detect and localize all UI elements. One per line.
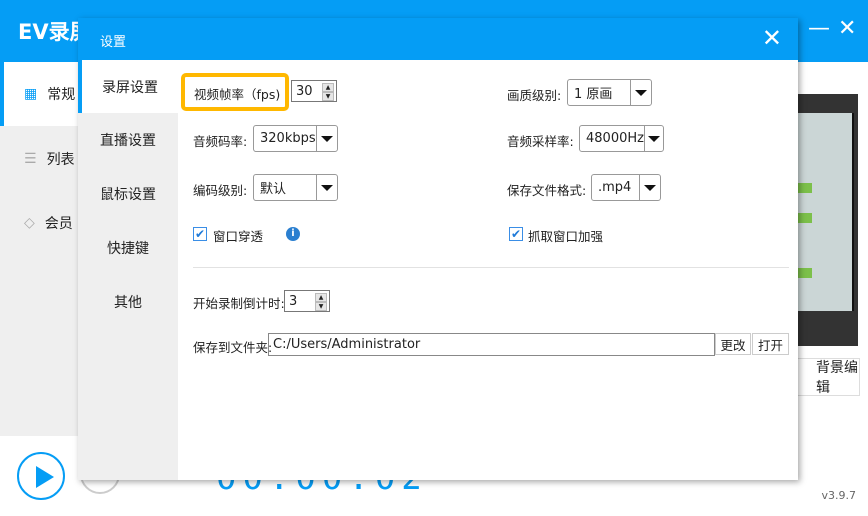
- format-label: 保存文件格式:: [507, 183, 587, 198]
- sidebar-item-label: 会员: [44, 216, 73, 232]
- increment-button[interactable]: ▲: [322, 83, 334, 92]
- list-icon: ☰: [24, 151, 37, 167]
- decrement-button[interactable]: ▼: [322, 92, 334, 101]
- dialog-title: 设置: [100, 35, 127, 50]
- nav-mouse-settings[interactable]: 鼠标设置: [78, 167, 178, 220]
- sample-rate-select[interactable]: 48000Hz: [579, 125, 664, 152]
- quality-label: 画质级别:: [507, 88, 562, 103]
- nav-record-settings[interactable]: 录屏设置: [78, 60, 178, 113]
- play-button[interactable]: [17, 452, 65, 500]
- settings-dialog: 设置 ✕ 录屏设置 直播设置 鼠标设置 快捷键 其他 视频帧率（fps) 30 ▲…: [78, 18, 798, 480]
- chevron-down-icon: [316, 126, 337, 151]
- audio-bitrate-value: 320kbps: [260, 131, 316, 146]
- nav-live-settings[interactable]: 直播设置: [78, 113, 178, 166]
- sample-rate-label: 音频采样率:: [507, 134, 574, 149]
- quality-select[interactable]: 1 原画: [567, 79, 652, 106]
- format-select[interactable]: .mp4: [591, 174, 661, 201]
- countdown-label: 开始录制倒计时:: [193, 296, 285, 311]
- countdown-value[interactable]: 3: [285, 291, 313, 311]
- increment-button[interactable]: ▲: [315, 293, 327, 302]
- change-folder-button[interactable]: 更改: [715, 333, 751, 355]
- diamond-icon: ◇: [24, 215, 35, 231]
- capture-enhance-label: 抓取窗口加强: [528, 229, 604, 244]
- sample-rate-value: 48000Hz: [586, 131, 644, 146]
- chevron-down-icon: [630, 80, 651, 105]
- encode-value: 默认: [260, 182, 287, 197]
- sidebar-item-label: 常规: [47, 87, 76, 103]
- background-edit-button[interactable]: 背景编辑: [797, 358, 860, 396]
- grid-icon: ▦: [24, 86, 38, 102]
- audio-bitrate-label: 音频码率:: [193, 134, 248, 149]
- fps-value[interactable]: 30: [292, 81, 320, 101]
- sidebar-item-member[interactable]: ◇ 会员: [0, 191, 78, 255]
- sidebar-item-list[interactable]: ☰ 列表: [0, 127, 78, 191]
- app-close-button[interactable]: ✕: [838, 16, 856, 41]
- folder-path-input[interactable]: C:/Users/Administrator: [268, 333, 715, 356]
- capture-enhance-checkbox[interactable]: ✔: [509, 227, 523, 241]
- decrement-button[interactable]: ▼: [315, 302, 327, 311]
- window-through-checkbox[interactable]: ✔: [193, 227, 207, 241]
- quality-value: 1 原画: [574, 87, 613, 102]
- chevron-down-icon: [643, 126, 663, 151]
- folder-label: 保存到文件夹:: [193, 340, 273, 355]
- nav-other[interactable]: 其他: [78, 275, 178, 328]
- minimize-button[interactable]: —: [808, 16, 830, 41]
- info-icon[interactable]: i: [286, 227, 300, 241]
- window-through-label: 窗口穿透: [213, 229, 264, 244]
- chevron-down-icon: [316, 175, 337, 200]
- screen-preview: [798, 94, 858, 346]
- sidebar-item-label: 列表: [46, 152, 75, 168]
- format-value: .mp4: [598, 180, 632, 195]
- version-label: v3.9.7: [821, 489, 857, 502]
- encode-select[interactable]: 默认: [253, 174, 338, 201]
- divider: [193, 267, 789, 268]
- sidebar-item-general[interactable]: ▦ 常规: [0, 62, 78, 126]
- fps-stepper[interactable]: 30 ▲ ▼: [291, 80, 337, 102]
- encode-label: 编码级别:: [193, 183, 248, 198]
- nav-hotkeys[interactable]: 快捷键: [78, 221, 178, 274]
- settings-nav: 录屏设置 直播设置 鼠标设置 快捷键 其他: [78, 60, 178, 480]
- dialog-titlebar: [78, 18, 798, 60]
- open-folder-button[interactable]: 打开: [752, 333, 789, 355]
- dialog-close-button[interactable]: ✕: [762, 24, 782, 52]
- audio-bitrate-select[interactable]: 320kbps: [253, 125, 338, 152]
- fps-label: 视频帧率（fps): [181, 73, 289, 111]
- chevron-down-icon: [639, 175, 660, 200]
- countdown-stepper[interactable]: 3 ▲ ▼: [284, 290, 330, 312]
